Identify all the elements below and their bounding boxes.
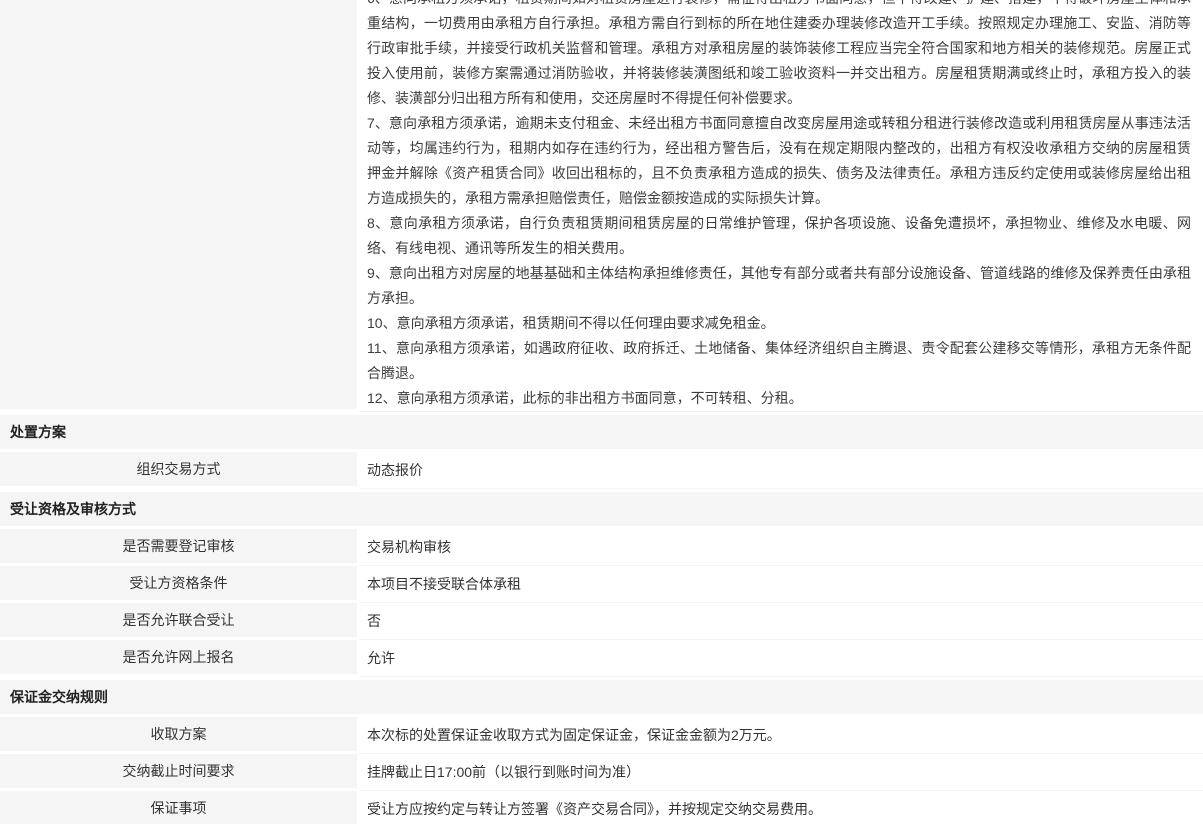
table-row-collection-plan: 收取方案 本次标的处置保证金收取方式为固定保证金，保证金金额为2万元。 <box>0 717 1203 754</box>
clause-item-11: 11、意向承租方须承诺，如遇政府征收、政府拆迁、土地储备、集体经济组织自主腾退、… <box>367 336 1191 386</box>
section-header-disposal-plan: 处置方案 <box>0 415 1203 449</box>
clause-item-12: 12、意向承租方须承诺，此标的非出租方书面同意，不可转租、分租。 <box>367 386 1191 411</box>
clause-item-7: 7、意向承租方须承诺，逾期未支付租金、未经出租方书面同意擅自改变房屋用途或转租分… <box>367 111 1191 211</box>
table-row-guarantee-matters: 保证事项 受让方应按约定与转让方签署《资产交易合同》，并按规定交纳交易费用。 <box>0 791 1203 824</box>
table-row-payment-deadline: 交纳截止时间要求 挂牌截止日17:00前（以银行到账时间为准） <box>0 754 1203 791</box>
clause-item-8: 8、意向承租方须承诺，自行负责租赁期间租赁房屋的日常维护管理，保护各项设施、设备… <box>367 211 1191 261</box>
row-value: 本项目不接受联合体承租 <box>360 566 1203 603</box>
row-label: 是否需要登记审核 <box>0 529 360 566</box>
row-value: 否 <box>360 603 1203 640</box>
section-title: 处置方案 <box>10 422 66 442</box>
table-row-joint-transfer: 是否允许联合受让 否 <box>0 603 1203 640</box>
clause-item-10: 10、意向承租方须承诺，租赁期间不得以任何理由要求减免租金。 <box>367 311 1191 336</box>
table-row-transferee-conditions: 受让方资格条件 本项目不接受联合体承租 <box>0 566 1203 603</box>
clause-label-cell <box>0 0 360 412</box>
section-header-transferee-qualification: 受让资格及审核方式 <box>0 492 1203 526</box>
row-label: 保证事项 <box>0 791 360 824</box>
row-label: 收取方案 <box>0 717 360 754</box>
row-value: 动态报价 <box>360 452 1203 489</box>
section-title: 受让资格及审核方式 <box>10 499 136 519</box>
clause-item-9: 9、意向出租方对房屋的地基基础和主体结构承担维修责任，其他专有部分或者共有部分设… <box>367 261 1191 311</box>
row-label: 是否允许网上报名 <box>0 640 360 677</box>
row-value: 交易机构审核 <box>360 529 1203 566</box>
row-label: 交纳截止时间要求 <box>0 754 360 791</box>
table-row-online-signup: 是否允许网上报名 允许 <box>0 640 1203 677</box>
clause-row: 6、意向承租方须承诺，租赁期间如对租赁房屋进行装修，需征得出租方书面同意，但不得… <box>0 0 1203 412</box>
clause-value-cell: 6、意向承租方须承诺，租赁期间如对租赁房屋进行装修，需征得出租方书面同意，但不得… <box>360 0 1203 412</box>
row-label: 受让方资格条件 <box>0 566 360 603</box>
row-value: 受让方应按约定与转让方签署《资产交易合同》，并按规定交纳交易费用。 <box>360 791 1203 824</box>
row-label: 组织交易方式 <box>0 452 360 489</box>
row-value: 挂牌截止日17:00前（以银行到账时间为准） <box>360 754 1203 791</box>
row-label: 是否允许联合受让 <box>0 603 360 640</box>
section-title: 保证金交纳规则 <box>10 687 108 707</box>
row-value: 本次标的处置保证金收取方式为固定保证金，保证金金额为2万元。 <box>360 717 1203 754</box>
table-row-trade-method: 组织交易方式 动态报价 <box>0 452 1203 489</box>
clause-paragraph: 6、意向承租方须承诺，租赁期间如对租赁房屋进行装修，需征得出租方书面同意，但不得… <box>367 0 1191 411</box>
section-header-deposit-rules: 保证金交纳规则 <box>0 680 1203 714</box>
clause-item-6: 6、意向承租方须承诺，租赁期间如对租赁房屋进行装修，需征得出租方书面同意，但不得… <box>367 0 1191 111</box>
asset-lease-detail-page: 6、意向承租方须承诺，租赁期间如对租赁房屋进行装修，需征得出租方书面同意，但不得… <box>0 0 1203 824</box>
row-value: 允许 <box>360 640 1203 677</box>
table-row-registration-review: 是否需要登记审核 交易机构审核 <box>0 529 1203 566</box>
